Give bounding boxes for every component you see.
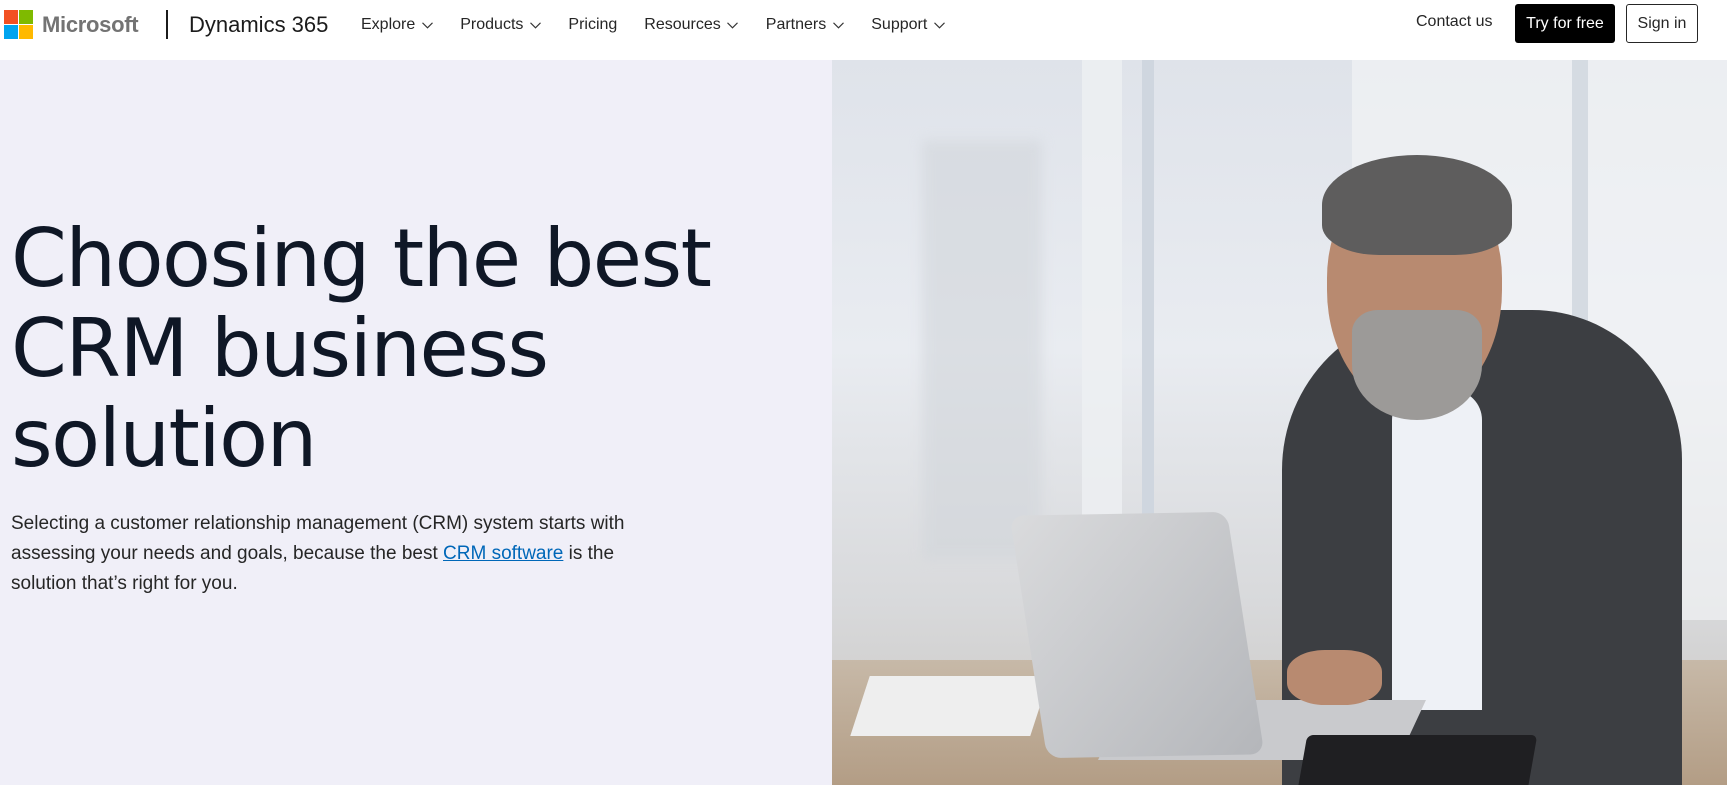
nav-item-label: Explore xyxy=(361,16,416,33)
hero-description: Selecting a customer relationship manage… xyxy=(11,509,671,599)
nav-item-label: Pricing xyxy=(568,16,618,33)
window-frame xyxy=(1082,60,1122,580)
nav-item-label: Products xyxy=(460,16,524,33)
nav-item-label: Resources xyxy=(644,16,721,33)
chevron-down-icon xyxy=(832,19,844,31)
hero-title-line: Choosing the best xyxy=(11,212,712,305)
microsoft-logo-icon xyxy=(4,10,33,39)
hero-title-line: solution xyxy=(11,392,317,485)
nav-item-pricing[interactable]: Pricing xyxy=(568,14,617,36)
chevron-down-icon xyxy=(529,19,541,31)
tablet xyxy=(1296,735,1538,785)
chevron-down-icon xyxy=(933,19,945,31)
hero-image xyxy=(832,60,1727,785)
person-shirt xyxy=(1392,390,1482,710)
nav-item-label: Partners xyxy=(765,16,827,33)
nav-item-products[interactable]: Products xyxy=(460,14,541,36)
person-beard xyxy=(1352,310,1482,420)
nav-item-explore[interactable]: Explore xyxy=(361,14,433,36)
main-nav: Explore Products Pricing Resources Partn… xyxy=(361,14,972,36)
microsoft-wordmark: Microsoft xyxy=(42,11,139,37)
nav-item-label: Support xyxy=(871,16,928,33)
contact-us-link[interactable]: Contact us xyxy=(1416,13,1492,31)
hero-title: Choosing the best CRM business solution xyxy=(11,214,771,484)
person-hand xyxy=(1287,650,1382,705)
window-frame xyxy=(1142,60,1154,580)
crm-software-link[interactable]: CRM software xyxy=(443,543,563,564)
paper xyxy=(850,676,1050,736)
hero-title-line: CRM business xyxy=(11,302,549,395)
product-name-link[interactable]: Dynamics 365 xyxy=(189,12,328,38)
background-blur xyxy=(922,140,1042,560)
nav-item-partners[interactable]: Partners xyxy=(766,14,844,36)
chevron-down-icon xyxy=(727,19,739,31)
person-hair xyxy=(1322,155,1512,255)
nav-item-resources[interactable]: Resources xyxy=(644,14,739,36)
microsoft-logo[interactable]: Microsoft xyxy=(4,10,139,39)
brand-divider xyxy=(166,10,168,39)
laptop-icon xyxy=(1009,511,1265,759)
sign-in-button[interactable]: Sign in xyxy=(1626,4,1698,43)
site-header: Microsoft Dynamics 365 Explore Products … xyxy=(0,0,1727,60)
nav-item-support[interactable]: Support xyxy=(871,14,945,36)
try-for-free-button[interactable]: Try for free xyxy=(1515,4,1615,43)
chevron-down-icon xyxy=(421,19,433,31)
